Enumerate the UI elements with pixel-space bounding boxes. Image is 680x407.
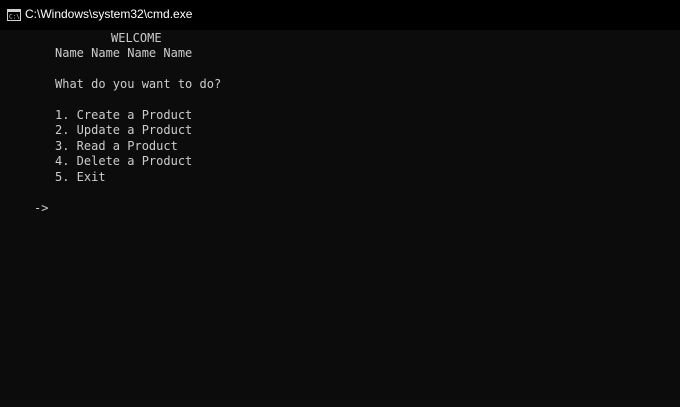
window-title: C:\Windows\system32\cmd.exe — [25, 7, 193, 21]
svg-text:C:\: C:\ — [9, 14, 20, 21]
cmd-window: C:\ C:\Windows\system32\cmd.exe WELCOME … — [0, 0, 680, 407]
menu-item-read: 3. Read a Product — [55, 139, 178, 153]
names-text: Name Name Name Name — [55, 46, 193, 60]
welcome-text: WELCOME — [111, 31, 162, 45]
console-output[interactable]: WELCOME Name Name Name Name What do you … — [0, 30, 680, 407]
cmd-window-icon[interactable]: C:\ — [7, 8, 21, 21]
menu-item-update: 2. Update a Product — [55, 123, 193, 137]
title-bar[interactable]: C:\ C:\Windows\system32\cmd.exe — [0, 0, 680, 30]
menu-item-exit: 5. Exit — [55, 170, 106, 184]
input-prompt[interactable]: -> — [34, 201, 48, 216]
question-text: What do you want to do? — [55, 77, 222, 91]
menu-item-delete: 4. Delete a Product — [55, 154, 193, 168]
menu-item-create: 1. Create a Product — [55, 108, 193, 122]
